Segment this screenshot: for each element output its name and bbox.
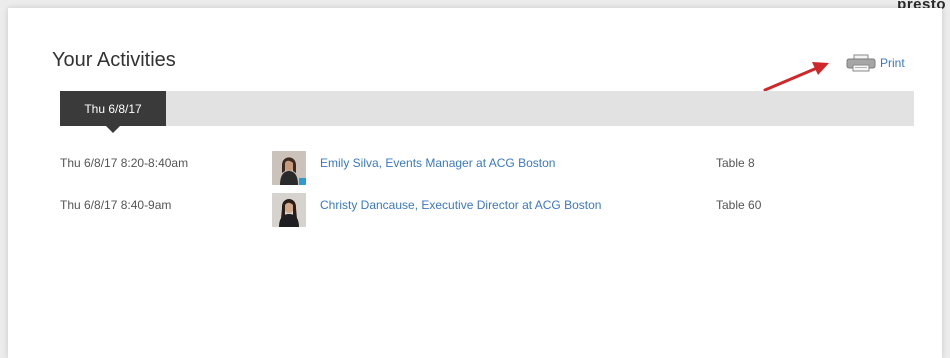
active-tab-pointer	[106, 126, 120, 133]
avatar[interactable]	[272, 193, 306, 227]
avatar[interactable]	[272, 151, 306, 185]
activity-time: Thu 6/8/17 8:20-8:40am	[60, 156, 189, 170]
tab-label[interactable]: Thu 6/8/17	[84, 102, 141, 116]
tab-thu-6-8-17[interactable]: Thu 6/8/17	[60, 91, 166, 126]
activity-time: Thu 6/8/17 8:40-9am	[60, 198, 172, 212]
date-tab-bar: Thu 6/8/17	[60, 91, 914, 133]
printer-icon	[846, 54, 876, 72]
table-assignment: Table 8	[716, 156, 755, 170]
print-button[interactable]: Print	[846, 54, 905, 72]
status-badge	[299, 178, 306, 185]
person-link[interactable]: Christy Dancause, Executive Director at …	[320, 198, 601, 212]
print-label[interactable]: Print	[880, 56, 905, 70]
activities-card: Your Activities Print Thu 6/8/17 Thu 6/8…	[8, 8, 942, 358]
person-link[interactable]: Emily Silva, Events Manager at ACG Bosto…	[320, 156, 555, 170]
person-photo-icon	[272, 193, 306, 227]
page-title: Your Activities	[52, 49, 176, 71]
annotation-arrow-icon	[763, 62, 829, 92]
table-assignment: Table 60	[716, 198, 762, 212]
activity-row: Thu 6/8/17 8:20-8:40am Emily Silva, Even…	[60, 151, 914, 187]
activity-row: Thu 6/8/17 8:40-9am Christy Dancause, Ex…	[60, 193, 914, 229]
